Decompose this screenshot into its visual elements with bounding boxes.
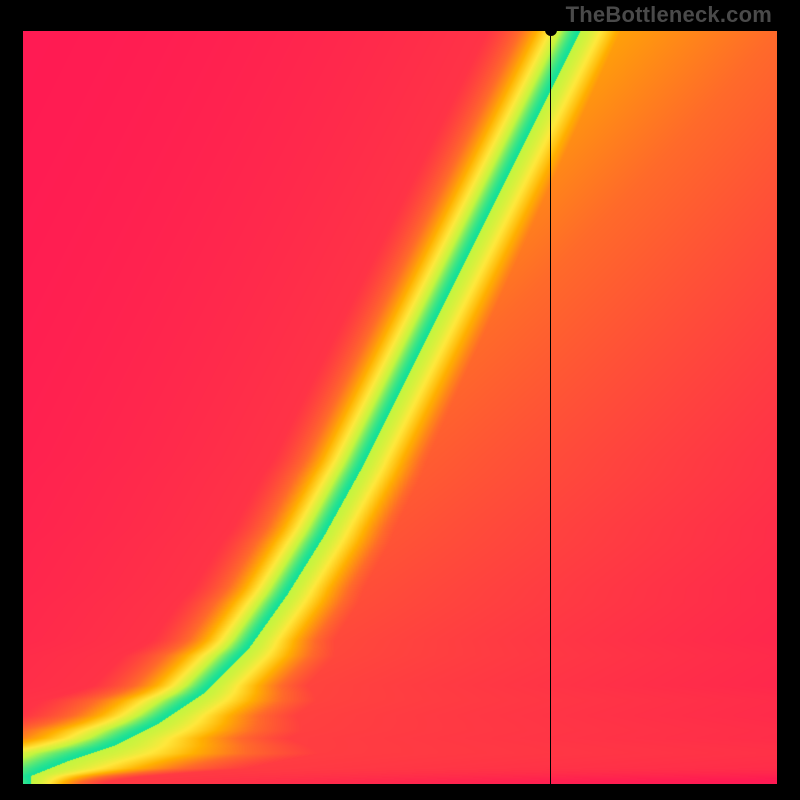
heatmap-canvas bbox=[23, 30, 777, 784]
selection-marker[interactable] bbox=[545, 24, 557, 36]
crosshair-vertical bbox=[550, 30, 551, 784]
chart-frame: TheBottleneck.com bbox=[0, 0, 800, 800]
plot-area bbox=[23, 30, 777, 784]
brand-watermark: TheBottleneck.com bbox=[566, 2, 772, 28]
crosshair-horizontal bbox=[23, 30, 777, 31]
